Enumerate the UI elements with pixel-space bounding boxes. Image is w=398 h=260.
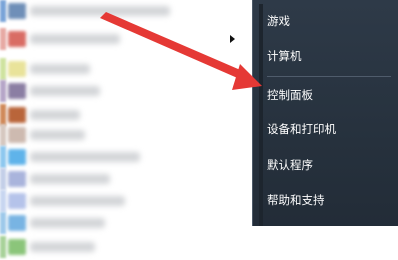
program-item[interactable] bbox=[0, 212, 252, 234]
program-icon bbox=[8, 107, 26, 123]
program-item[interactable] bbox=[0, 146, 252, 168]
blurred-program-name bbox=[30, 242, 95, 252]
blurred-program-name bbox=[30, 34, 120, 44]
bottom-whitespace bbox=[252, 226, 398, 260]
program-icon bbox=[8, 171, 26, 187]
blurred-program-name bbox=[30, 130, 85, 140]
start-menu-links-pane: 游戏 计算机 控制面板 设备和打印机 默认程序 帮助和支持 bbox=[252, 0, 398, 260]
program-list-pane bbox=[0, 0, 252, 260]
program-item[interactable] bbox=[0, 0, 252, 22]
program-icon bbox=[8, 239, 26, 255]
blurred-program-name bbox=[30, 196, 125, 206]
program-icon bbox=[8, 215, 26, 231]
blurred-program-name bbox=[30, 174, 110, 184]
menu-item-games[interactable]: 游戏 bbox=[267, 10, 395, 32]
program-item[interactable] bbox=[0, 124, 252, 146]
program-item[interactable] bbox=[0, 104, 252, 126]
menu-item-help-and-support[interactable]: 帮助和支持 bbox=[267, 189, 395, 211]
program-icon bbox=[8, 31, 26, 47]
program-icon bbox=[8, 83, 26, 99]
blurred-program-name bbox=[30, 110, 80, 120]
program-icon bbox=[8, 149, 26, 165]
program-item[interactable] bbox=[0, 80, 252, 102]
program-item[interactable] bbox=[0, 190, 252, 212]
program-icon bbox=[8, 193, 26, 209]
submenu-arrow-icon[interactable] bbox=[230, 35, 235, 43]
program-item[interactable] bbox=[0, 58, 252, 80]
program-item[interactable] bbox=[0, 168, 252, 190]
blurred-program-name bbox=[30, 64, 90, 74]
program-icon bbox=[8, 61, 26, 77]
menu-separator bbox=[267, 76, 391, 77]
menu-item-devices-and-printers[interactable]: 设备和打印机 bbox=[267, 118, 395, 140]
blurred-program-name bbox=[30, 218, 105, 228]
blurred-program-name bbox=[30, 86, 100, 96]
menu-item-control-panel[interactable]: 控制面板 bbox=[267, 84, 395, 106]
menu-item-computer[interactable]: 计算机 bbox=[267, 45, 395, 67]
menu-item-default-programs[interactable]: 默认程序 bbox=[267, 154, 395, 176]
pane-edge bbox=[259, 4, 263, 254]
program-item[interactable] bbox=[0, 28, 252, 50]
program-item[interactable] bbox=[0, 236, 252, 258]
program-icon bbox=[8, 127, 26, 143]
program-icon bbox=[8, 3, 26, 19]
blurred-program-name bbox=[30, 6, 170, 16]
blurred-program-name bbox=[30, 152, 140, 162]
